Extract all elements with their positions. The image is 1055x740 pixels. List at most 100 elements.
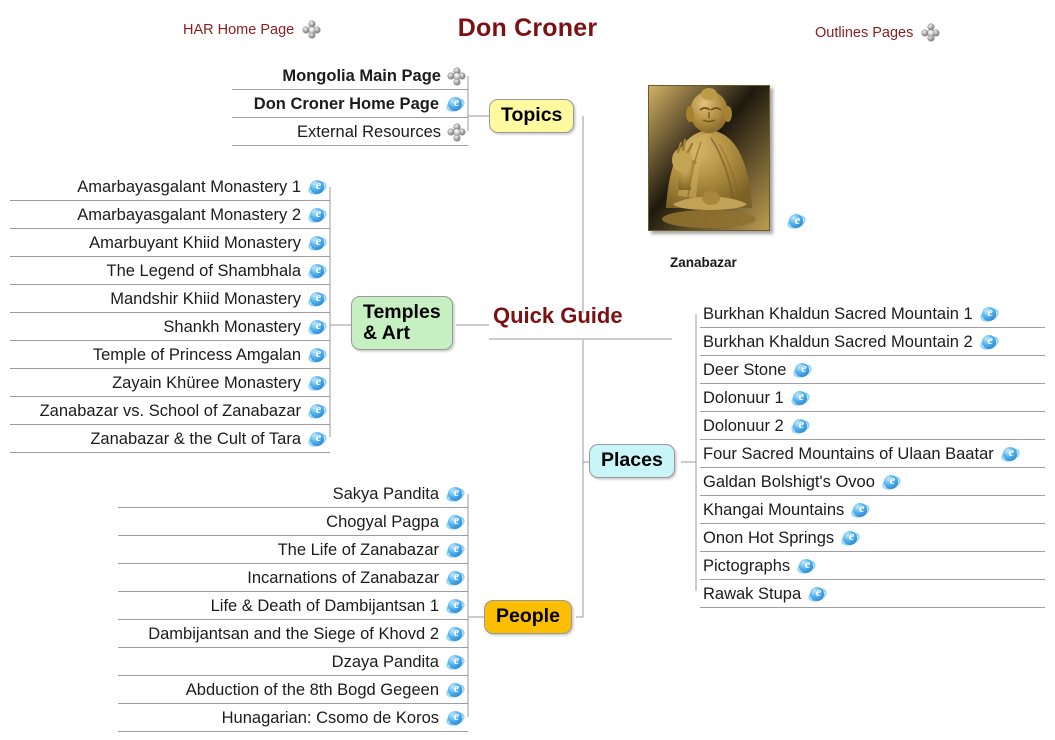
leaf-item[interactable]: Deer Stone e [700,356,1045,384]
ie-icon[interactable]: e [306,290,329,309]
ie-icon[interactable]: e [795,557,818,576]
ie-icon[interactable]: e [791,361,815,380]
leaf-item-label: Dolonuur 2 [703,416,784,435]
leaf-item-label: Rawak Stupa [703,584,802,603]
leaf-item[interactable]: Dolonuur 1 e [700,384,1045,412]
ie-icon[interactable]: e [978,333,1001,352]
leaf-item[interactable]: Khangai Mountains e [700,496,1045,524]
leaf-item-label: Amarbayasgalant Monastery 2 [77,205,301,224]
ie-icon[interactable]: e [444,569,467,588]
leaf-item[interactable]: Four Sacred Mountains of Ulaan Baatar e [700,440,1045,468]
leaf-item[interactable]: Onon Hot Springs e [700,524,1045,552]
leaf-item[interactable]: Rawak Stupa e [700,580,1045,608]
leaf-item-label: Shankh Monastery [163,317,301,336]
ie-icon[interactable]: e [978,305,1001,324]
ie-icon[interactable]: e [444,513,467,532]
leaf-item-label: Onon Hot Springs [703,528,835,547]
leaf-item[interactable]: Pictographs e [700,552,1045,580]
ie-icon[interactable]: e [306,374,329,393]
leaf-item[interactable]: Zanabazar vs. School of Zanabazar e [10,397,330,425]
ie-icon[interactable]: e [849,501,872,520]
branch-node-topics[interactable]: Topics [489,99,575,133]
outlines-pages-label: Outlines Pages [815,24,914,41]
leaf-item[interactable]: Shankh Monastery e [10,313,330,341]
leaf-item[interactable]: Abduction of the 8th Bogd Gegeen e [118,676,468,704]
leaf-item-label: Pictographs [703,556,791,575]
ie-icon[interactable]: e [999,445,1022,464]
branch-node-people[interactable]: People [484,600,572,634]
leaf-item-label: Khangai Mountains [703,500,845,519]
ie-icon[interactable]: e [306,318,329,337]
central-node[interactable]: Quick Guide [489,303,627,332]
leaf-item[interactable]: Burkhan Khaldun Sacred Mountain 2 e [700,328,1045,356]
ie-icon[interactable]: e [444,709,467,728]
ie-icon[interactable]: e [306,402,329,421]
ie-icon[interactable]: e [839,529,862,548]
leaf-item[interactable]: Amarbayasgalant Monastery 1 e [10,173,330,201]
ie-icon[interactable]: e [444,95,467,114]
leaf-item-label: Hunagarian: Csomo de Koros [221,708,439,727]
leaf-item-label: Incarnations of Zanabazar [247,568,439,587]
leaf-item-label: Galdan Bolshigt's Ovoo [703,472,875,491]
leaf-list-topics: Mongolia Main Page Don Croner Home Page e E… [232,62,468,146]
leaf-item-label: Dolonuur 1 [703,388,784,407]
leaf-item[interactable]: Zanabazar & the Cult of Tara e [10,425,330,453]
ie-icon[interactable]: e [306,262,329,281]
ie-icon[interactable]: e [444,541,467,560]
ie-icon[interactable]: e [306,206,329,225]
branch-node-temples[interactable]: Temples & Art [351,296,453,351]
outlines-pages-link[interactable]: Outlines Pages [815,24,940,41]
ie-icon[interactable]: e [306,234,329,253]
leaf-item-label: Zanabazar & the Cult of Tara [90,429,301,448]
ie-icon[interactable]: e [880,473,903,492]
leaf-item[interactable]: Dzaya Pandita e [118,648,468,676]
leaf-item-label: Chogyal Pagpa [326,512,439,531]
leaf-item[interactable]: Dambijantsan and the Siege of Khovd 2 e [118,620,468,648]
move-icon[interactable] [922,24,940,41]
leaf-item-label: Burkhan Khaldun Sacred Mountain 1 [703,304,973,323]
ie-icon[interactable]: e [806,585,829,604]
leaf-item[interactable]: Temple of Princess Amgalan e [10,341,330,369]
leaf-item[interactable]: Don Croner Home Page e [232,90,468,118]
ie-icon[interactable]: e [306,178,329,197]
ie-icon[interactable]: e [444,625,467,644]
leaf-item[interactable]: Life & Death of Dambijantsan 1 e [118,592,468,620]
ie-icon[interactable]: e [306,430,329,449]
leaf-item-label: Burkhan Khaldun Sacred Mountain 2 [703,332,973,351]
ie-icon[interactable]: e [789,389,812,408]
leaf-item[interactable]: External Resources [232,118,468,146]
leaf-item[interactable]: Dolonuur 2 e [700,412,1045,440]
branch-node-places[interactable]: Places [589,444,675,478]
leaf-list-people: Sakya Pandita e Chogyal Pagpa e The Life of … [118,480,468,732]
leaf-item[interactable]: Sakya Pandita e [118,480,468,508]
ie-icon[interactable]: e [444,681,467,700]
leaf-item[interactable]: Hunagarian: Csomo de Koros e [118,704,468,732]
ie-icon[interactable]: e [306,346,329,365]
leaf-item-label: Zanabazar vs. School of Zanabazar [39,401,301,420]
leaf-list-places: Burkhan Khaldun Sacred Mountain 1 e Burkha… [700,300,1045,608]
leaf-item[interactable]: Chogyal Pagpa e [118,508,468,536]
move-icon[interactable] [448,67,465,85]
leaf-item-label: The Legend of Shambhala [106,261,301,280]
leaf-item-label: Mongolia Main Page [282,66,441,85]
leaf-item-label: Sakya Pandita [332,484,439,503]
ie-icon[interactable]: e [444,485,467,504]
leaf-item[interactable]: Amarbayasgalant Monastery 2 e [10,201,330,229]
leaf-item[interactable]: The Life of Zanabazar e [118,536,468,564]
ie-icon[interactable]: e [789,417,812,436]
leaf-item[interactable]: Burkhan Khaldun Sacred Mountain 1 e [700,300,1045,328]
leaf-item-label: Temple of Princess Amgalan [92,345,301,364]
ie-icon[interactable]: e [785,213,808,232]
leaf-item[interactable]: Incarnations of Zanabazar e [118,564,468,592]
leaf-item-label: Don Croner Home Page [253,94,439,113]
leaf-item-label: Zayain Khüree Monastery [112,373,301,392]
ie-icon[interactable]: e [444,597,467,616]
leaf-item[interactable]: Zayain Khüree Monastery e [10,369,330,397]
leaf-item[interactable]: Mongolia Main Page [232,62,468,90]
leaf-item[interactable]: Mandshir Khiid Monastery e [10,285,330,313]
leaf-item[interactable]: Galdan Bolshigt's Ovoo e [700,468,1045,496]
leaf-item[interactable]: Amarbuyant Khiid Monastery e [10,229,330,257]
leaf-item[interactable]: The Legend of Shambhala e [10,257,330,285]
move-icon[interactable] [448,123,465,141]
ie-icon[interactable]: e [444,653,467,672]
